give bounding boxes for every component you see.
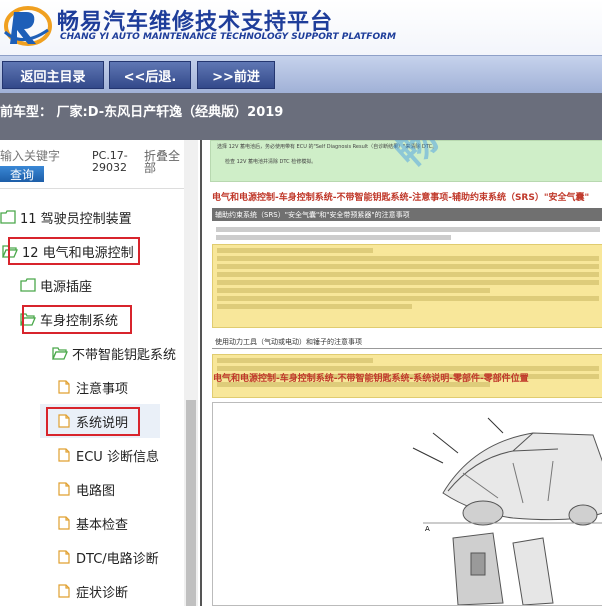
- tree-item-basic-inspection[interactable]: 基本检查: [56, 512, 128, 534]
- section-title-srs: 电气和电源控制-车身控制系统-不带智能钥匙系统-注意事项-辅助约束系统（SRS）…: [212, 193, 590, 203]
- tree-item-label: 11 驾驶员控制装置: [20, 211, 132, 227]
- nav-bar: 返回主目录 <<后退. >>前进: [0, 55, 602, 94]
- tree-item-label: 电源插座: [40, 279, 93, 295]
- vehicle-info-bar: 前车型： 厂家:D-东风日产轩逸（经典版）2019: [0, 93, 602, 140]
- vehicle-label: 前车型： 厂家:D-东风日产轩逸（经典版）2019: [0, 105, 284, 120]
- tree-item-ecu-diagnosis[interactable]: ECU 诊断信息: [56, 444, 159, 466]
- figure-label-a: A: [425, 525, 430, 533]
- collapse-all-link[interactable]: 折叠全部: [144, 150, 184, 174]
- tree-item-label: 症状诊断: [76, 585, 129, 601]
- document-icon: [58, 584, 70, 598]
- tree-panel: 查询 PC.17-29032 折叠全部 11 驾驶员控制装置 12 电气和电源控…: [0, 140, 198, 606]
- component-location-figure: 电气和电源控制-车身控制系统-不带智能钥匙系统-系统说明-零部件-零部件位置 A: [212, 374, 602, 606]
- tree-item-label: ECU 诊断信息: [76, 449, 159, 465]
- folder-icon: [0, 210, 16, 224]
- folder-open-icon: [52, 347, 68, 360]
- search-input[interactable]: [0, 148, 85, 164]
- document-icon: [58, 482, 70, 496]
- car-diagram-image: A: [213, 403, 602, 606]
- document-icon: [58, 550, 70, 564]
- tree-item-no-smart-key[interactable]: 不带智能钥匙系统: [52, 342, 176, 364]
- highlight-box-system-description: [46, 407, 140, 436]
- tree-item-wiring-diagram[interactable]: 电路图: [56, 478, 115, 500]
- document-panel: 选择 12V 蓄电池后，务必使用带有 ECU 的"Self Diagnosis …: [200, 140, 602, 606]
- tree-item-dtc-diagnosis[interactable]: DTC/电路诊断: [56, 546, 159, 568]
- tree-item-precautions[interactable]: 注意事项: [56, 376, 128, 398]
- app-subtitle: CHANG YI AUTO MAINTENANCE TECHNOLOGY SUP…: [60, 32, 396, 42]
- pc-code: PC.17-29032: [92, 149, 128, 174]
- forward-button[interactable]: >>前进: [197, 61, 275, 89]
- app-header: 畅易汽车维修技术支持平台 CHANG YI AUTO MAINTENANCE T…: [0, 0, 602, 55]
- tree-item-label: DTC/电路诊断: [76, 551, 159, 567]
- document-icon: [58, 448, 70, 462]
- tree-item-driver-controls[interactable]: 11 驾驶员控制装置: [0, 206, 132, 228]
- band-power-tools: 使用动力工具（气动或电动）和锤子的注意事项: [212, 336, 602, 349]
- tree-item-power-outlet[interactable]: 电源插座: [20, 274, 92, 296]
- folder-icon: [20, 278, 36, 292]
- tree-item-label: 电路图: [76, 483, 116, 499]
- home-button[interactable]: 返回主目录: [2, 61, 104, 89]
- tree-item-symptom-diagnosis[interactable]: 症状诊断: [56, 580, 128, 602]
- tree-item-label: 基本检查: [76, 517, 129, 533]
- tree-item-label: 不带智能钥匙系统: [72, 347, 177, 363]
- back-button[interactable]: <<后退.: [109, 61, 191, 89]
- tree-item-label: 注意事项: [76, 381, 129, 397]
- search-button[interactable]: 查询: [0, 166, 44, 182]
- caution-box-1: [212, 244, 602, 328]
- tree-scrollbar-thumb[interactable]: [186, 400, 196, 606]
- brand-logo: [3, 6, 52, 46]
- search-row: 查询 PC.17-29032 折叠全部: [0, 140, 198, 189]
- document-icon: [58, 516, 70, 530]
- document-icon: [58, 380, 70, 394]
- section-title-components: 电气和电源控制-车身控制系统-不带智能钥匙系统-系统说明-零部件-零部件位置: [213, 374, 529, 384]
- band-srs: 辅助约束系统（SRS）"安全气囊"和"安全带预紧器"的注意事项: [212, 208, 602, 221]
- highlight-box-body-control: [22, 305, 132, 334]
- text-block: [212, 224, 602, 243]
- highlight-box-electrical: [8, 237, 140, 265]
